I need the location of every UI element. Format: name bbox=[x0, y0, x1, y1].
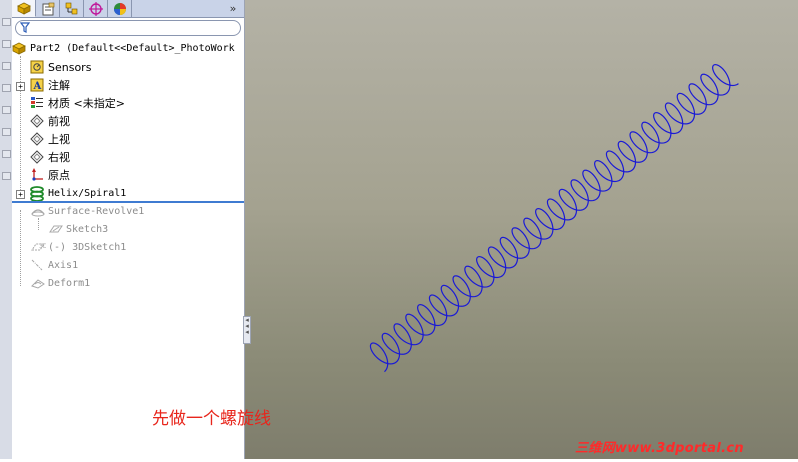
tree-item-right-plane[interactable]: 右视 bbox=[30, 148, 70, 166]
plane-icon bbox=[30, 114, 44, 128]
tree-item-label: Sensors bbox=[48, 60, 92, 74]
strip-mark bbox=[2, 40, 11, 48]
strip-mark bbox=[2, 106, 11, 114]
expand-helix-toggle[interactable]: + bbox=[16, 190, 25, 199]
tree-connector-child bbox=[38, 218, 39, 230]
svg-text:A: A bbox=[33, 81, 42, 92]
tree-item-3dsketch1[interactable]: 3D (-) 3DSketch1 bbox=[30, 238, 126, 256]
deform-icon bbox=[30, 276, 45, 290]
filter-icon bbox=[19, 22, 31, 36]
tree-item-label: Axis1 bbox=[48, 259, 79, 271]
tree-item-label: 右视 bbox=[48, 151, 70, 164]
origin-icon bbox=[30, 168, 44, 182]
plane-icon bbox=[30, 132, 44, 146]
tree-item-label: 原点 bbox=[48, 169, 70, 182]
feature-filter-input[interactable] bbox=[15, 20, 241, 36]
tree-root-part[interactable]: Part2 (Default<<Default>_PhotoWork bbox=[12, 39, 235, 57]
tree-item-label: 材质 <未指定> bbox=[48, 97, 125, 110]
more-tabs-button[interactable]: » bbox=[226, 0, 240, 17]
tree-item-label: Sketch3 bbox=[66, 223, 109, 235]
tab-configuration-manager[interactable] bbox=[60, 0, 84, 17]
strip-mark bbox=[2, 84, 11, 92]
dimxpert-icon bbox=[88, 1, 103, 16]
tree-item-label: Deform1 bbox=[48, 277, 91, 289]
tab-feature-manager[interactable] bbox=[12, 0, 36, 17]
strip-mark bbox=[2, 62, 11, 70]
surface-revolve-icon bbox=[30, 204, 45, 218]
tree-item-label: Surface-Revolve1 bbox=[48, 205, 145, 217]
tree-item-label: (-) 3DSketch1 bbox=[48, 241, 127, 253]
sketch-icon bbox=[48, 222, 63, 236]
tree-item-surface-revolve[interactable]: Surface-Revolve1 bbox=[30, 202, 144, 220]
feature-manager-icon bbox=[16, 2, 31, 15]
tree-item-top-plane[interactable]: 上视 bbox=[30, 130, 70, 148]
helix-curve bbox=[369, 64, 739, 373]
tree-item-deform1[interactable]: Deform1 bbox=[30, 274, 90, 292]
tree-item-sketch3[interactable]: Sketch3 bbox=[48, 220, 108, 238]
tree-item-material[interactable]: 材质 <未指定> bbox=[30, 94, 125, 112]
tree-item-label: 前视 bbox=[48, 115, 70, 128]
tree-item-annotations[interactable]: A 注解 bbox=[30, 76, 70, 94]
watermark-text: 三维网www.3dportal.cn bbox=[575, 441, 744, 456]
tree-item-helix[interactable]: Helix/Spiral1 bbox=[30, 184, 126, 202]
tree-item-label: Helix/Spiral1 bbox=[48, 187, 127, 199]
sensor-icon bbox=[30, 60, 44, 74]
tree-connector-suppressed bbox=[20, 210, 21, 286]
tree-item-label: 注解 bbox=[48, 79, 70, 92]
tree-item-axis1[interactable]: Axis1 bbox=[30, 256, 78, 274]
configuration-manager-icon bbox=[65, 2, 77, 14]
helix-path[interactable] bbox=[369, 64, 739, 373]
property-manager-icon bbox=[42, 2, 54, 15]
tree-item-front-plane[interactable]: 前视 bbox=[30, 112, 70, 130]
3d-sketch-icon: 3D bbox=[30, 240, 48, 254]
tab-display-manager[interactable] bbox=[108, 0, 132, 17]
strip-mark bbox=[2, 172, 11, 180]
feature-manager-panel: » Part2 (Default<<Default>_PhotoWork Sen… bbox=[12, 0, 245, 459]
part-icon bbox=[12, 41, 26, 55]
tree-item-origin[interactable]: 原点 bbox=[30, 166, 70, 184]
annotations-icon: A bbox=[30, 78, 44, 92]
expand-annotations-toggle[interactable]: + bbox=[16, 82, 25, 91]
manager-tabbar: » bbox=[12, 0, 244, 18]
strip-mark bbox=[2, 128, 11, 136]
axis-icon bbox=[30, 258, 44, 272]
panel-collapse-handle[interactable]: ◂ ◂ ◂ bbox=[243, 316, 251, 344]
tab-property-manager[interactable] bbox=[36, 0, 60, 17]
display-manager-icon bbox=[113, 2, 126, 15]
helix-icon bbox=[30, 186, 44, 202]
tree-item-sensors[interactable]: Sensors bbox=[30, 58, 91, 76]
plane-icon bbox=[30, 150, 44, 164]
material-icon bbox=[30, 96, 44, 110]
tree-connector bbox=[20, 56, 21, 196]
tree-root-label: Part2 (Default<<Default>_PhotoWork bbox=[30, 42, 235, 54]
strip-mark bbox=[2, 150, 11, 158]
svg-text:3D: 3D bbox=[39, 243, 46, 250]
graphics-viewport[interactable] bbox=[245, 0, 798, 459]
caption-text: 先做一个螺旋线 bbox=[152, 409, 271, 429]
tree-item-label: 上视 bbox=[48, 133, 70, 146]
strip-mark bbox=[2, 18, 11, 26]
tab-dimxpert-manager[interactable] bbox=[84, 0, 108, 17]
